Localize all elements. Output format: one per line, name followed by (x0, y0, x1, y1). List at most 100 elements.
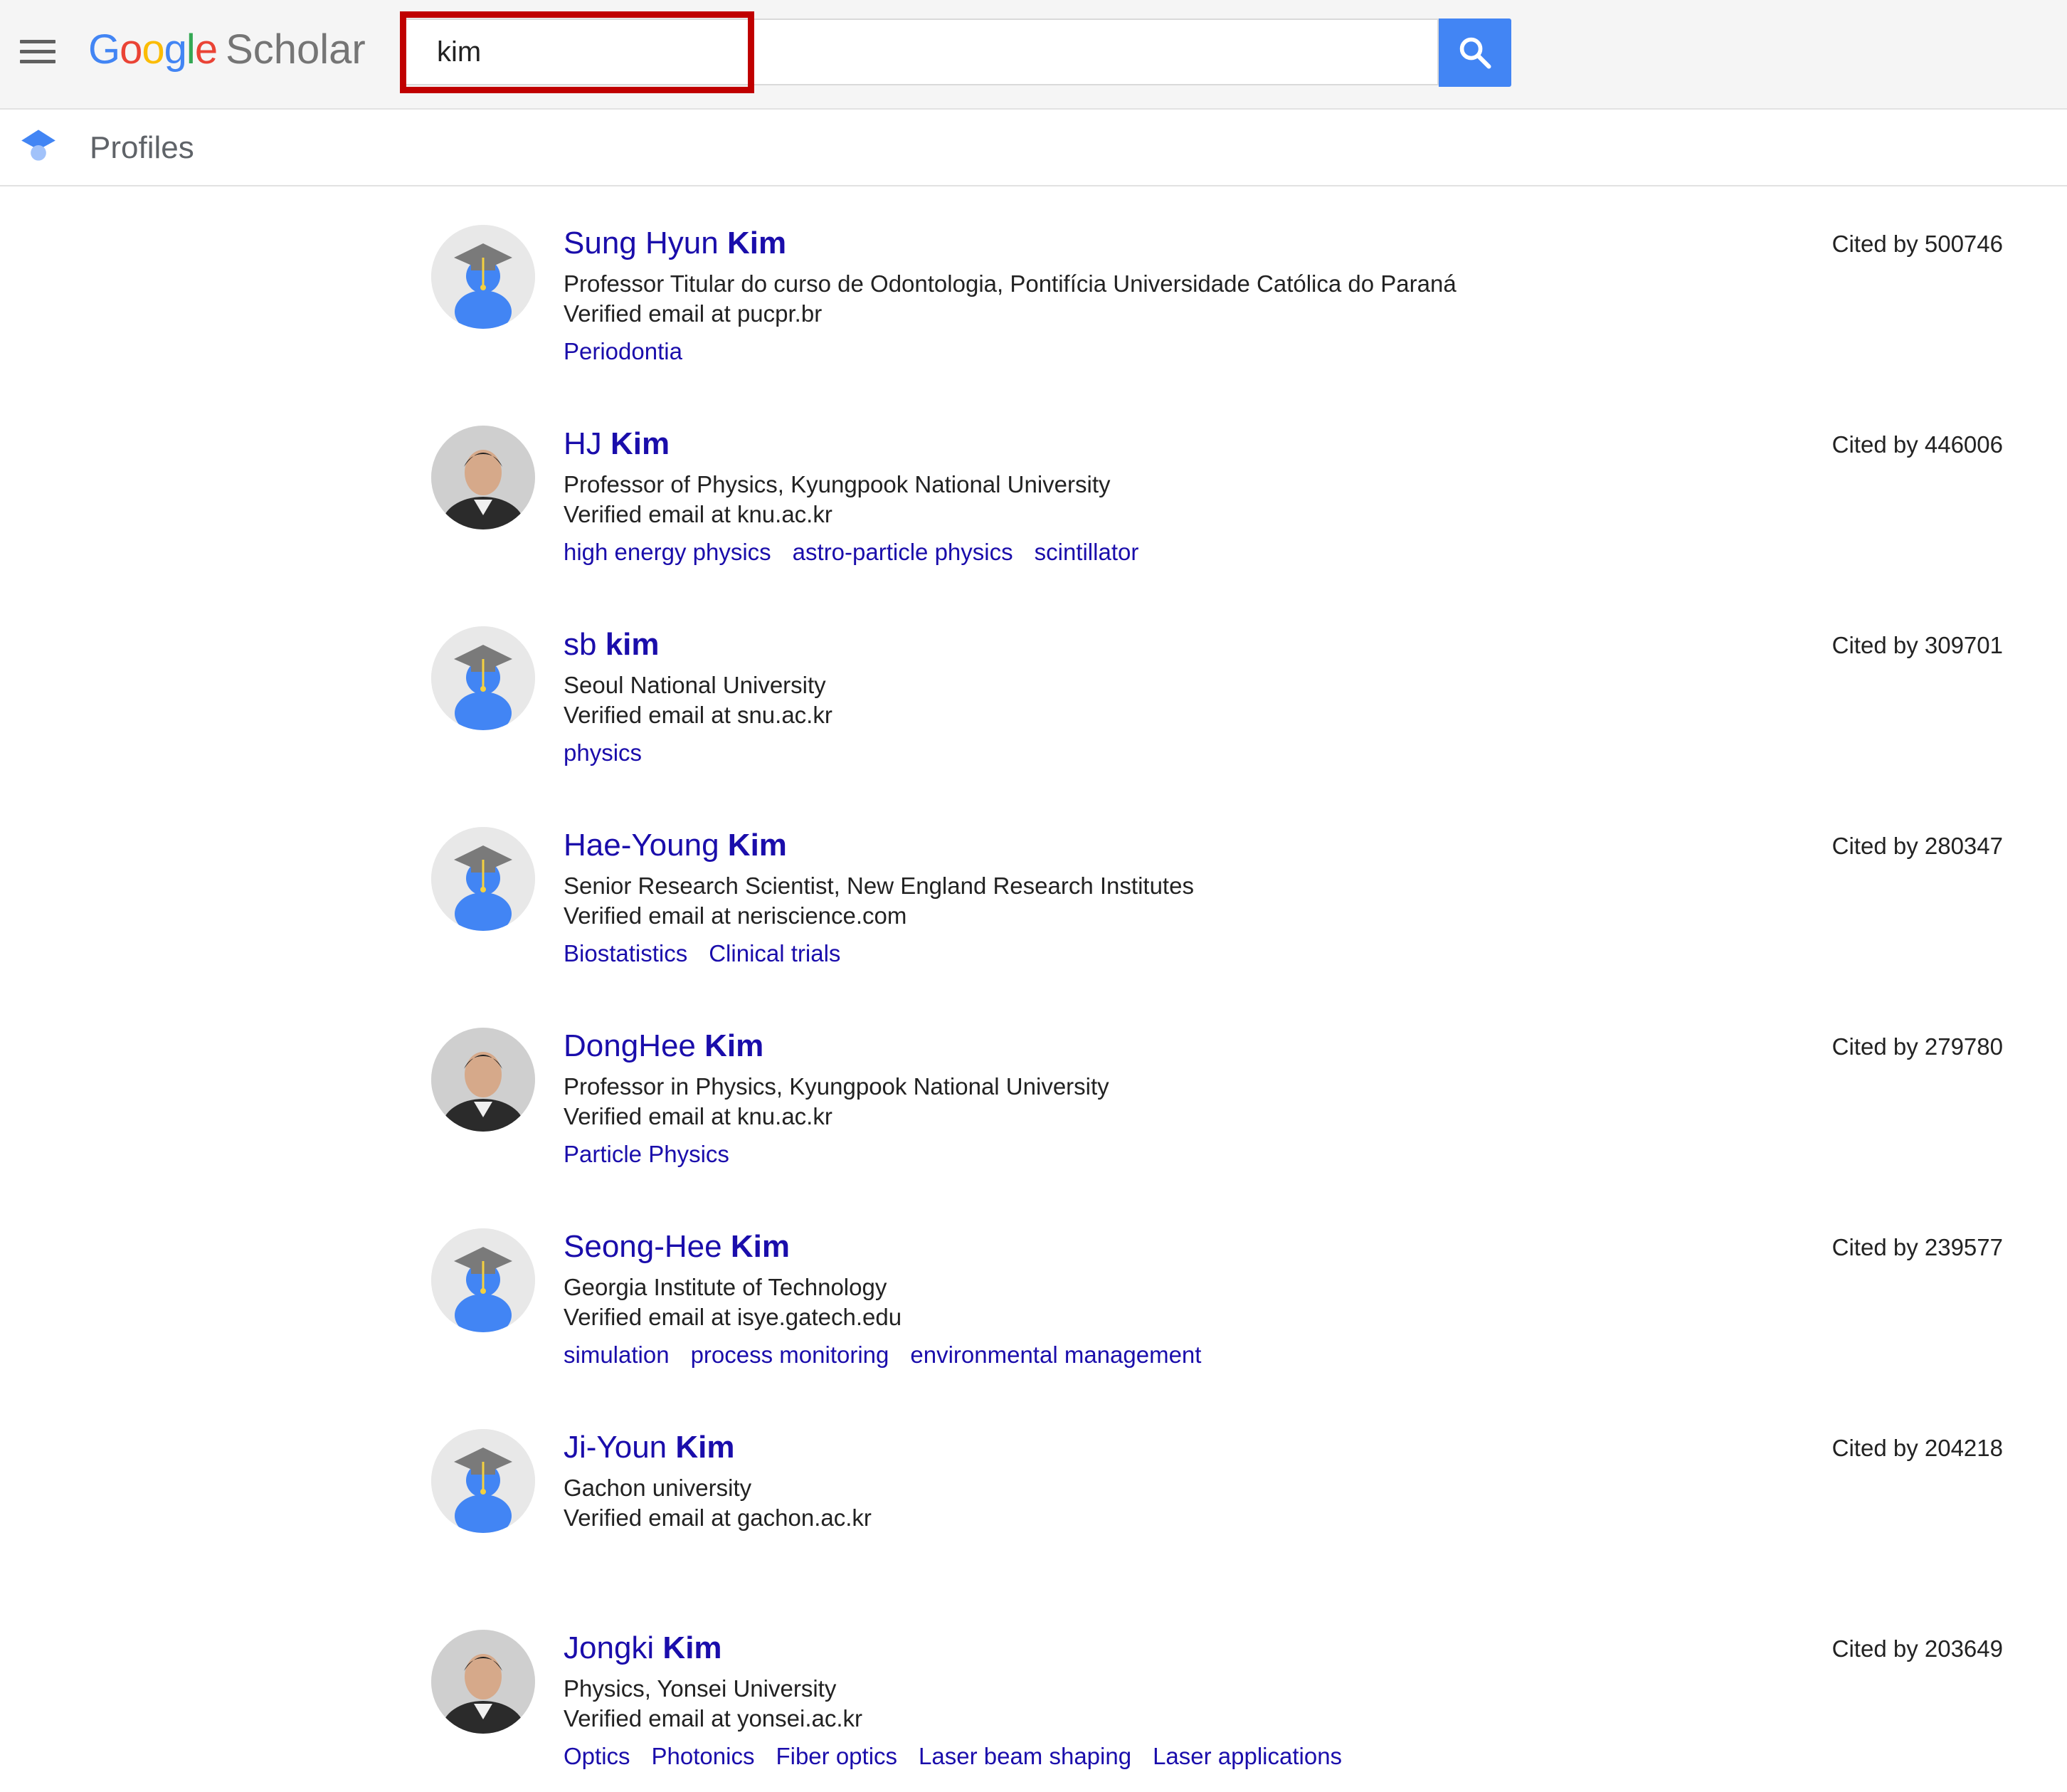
profile-result: sb kim Seoul National University Verified … (0, 588, 2067, 789)
interest-tag-link[interactable]: Laser applications (1153, 1743, 1342, 1769)
profile-affiliation: Professor in Physics, Kyungpook National… (564, 1073, 1109, 1100)
logo-letter: o (120, 26, 142, 73)
profile-verified-email: Verified email at pucpr.br (564, 300, 823, 327)
interest-tag-link[interactable]: Laser beam shaping (919, 1743, 1131, 1769)
logo-letter: e (194, 26, 218, 73)
hamburger-menu-icon[interactable] (20, 40, 55, 64)
interest-tag-link[interactable]: scintillator (1035, 539, 1139, 565)
default-avatar-icon[interactable] (431, 1228, 535, 1332)
profile-name-last: kim (605, 627, 660, 662)
profile-result: Sung Hyun Kim Professor Titular do curso … (0, 186, 2067, 387)
profile-interests: physics (564, 737, 663, 769)
profile-result: HJ Kim Professor of Physics, Kyungpook Na… (0, 387, 2067, 588)
profile-verified-email: Verified email at knu.ac.kr (564, 501, 832, 527)
profile-name-first: Ji-Youn (564, 1430, 676, 1465)
profile-name-link[interactable]: sb kim (564, 625, 660, 665)
profile-result: Seong-Hee Kim Georgia Institute of Techno… (0, 1190, 2067, 1391)
profile-name-link[interactable]: Sung Hyun Kim (564, 223, 786, 263)
profile-photo[interactable] (431, 426, 535, 529)
profile-name-first: Hae-Young (564, 828, 728, 863)
profile-name-last: Kim (704, 1028, 764, 1063)
search-button[interactable] (1439, 19, 1511, 87)
profile-name-first: Seong-Hee (564, 1229, 731, 1264)
profile-affiliation: Georgia Institute of Technology (564, 1274, 887, 1300)
profile-affiliation: Senior Research Scientist, New England R… (564, 873, 1194, 899)
profile-name-first: sb (564, 627, 606, 662)
cited-by-count: Cited by 280347 (1831, 833, 2003, 859)
interest-tag-link[interactable]: Biostatistics (564, 940, 687, 966)
search-input[interactable] (400, 19, 1439, 85)
profile-name-link[interactable]: Ji-Youn Kim (564, 1428, 735, 1467)
profile-name-link[interactable]: DongHee Kim (564, 1026, 763, 1066)
cited-by-count: Cited by 203649 (1831, 1635, 2003, 1662)
profile-name-link[interactable]: Jongki Kim (564, 1628, 722, 1668)
cited-by-count: Cited by 204218 (1831, 1435, 2003, 1461)
profile-verified-email: Verified email at snu.ac.kr (564, 702, 832, 728)
interest-tag-link[interactable]: physics (564, 739, 642, 766)
interest-tag-link[interactable]: Particle Physics (564, 1141, 729, 1167)
interest-tag-link[interactable]: Optics (564, 1743, 630, 1769)
profile-name-link[interactable]: Hae-Young Kim (564, 826, 787, 865)
profiles-header: Profiles (0, 110, 2067, 186)
profile-name-last: Kim (726, 226, 787, 260)
interest-tag-link[interactable]: environmental management (910, 1342, 1201, 1368)
logo-letter: o (142, 26, 164, 73)
profile-interests: Optics Photonics Fiber optics Laser beam sh… (564, 1741, 1363, 1772)
profile-interests: Periodontia (564, 336, 704, 367)
cited-by-count: Cited by 279780 (1831, 1033, 2003, 1060)
interest-tag-link[interactable]: simulation (564, 1342, 670, 1368)
profile-affiliation: Professor of Physics, Kyungpook National… (564, 471, 1111, 497)
google-scholar-logo[interactable]: Google Scholar (88, 23, 366, 77)
page-title: Profiles (90, 130, 194, 165)
profile-name-last: Kim (675, 1430, 735, 1465)
profile-name-link[interactable]: Seong-Hee Kim (564, 1227, 790, 1267)
profile-interests: Particle Physics (564, 1139, 751, 1170)
profile-interests: high energy physics astro-particle physic… (564, 537, 1160, 568)
default-avatar-icon[interactable] (431, 827, 535, 931)
profile-interests: simulation process monitoring environmenta… (564, 1339, 1222, 1371)
profile-affiliation: Professor Titular do curso de Odontologi… (564, 270, 1457, 297)
profile-affiliation: Physics, Yonsei University (564, 1675, 837, 1702)
top-bar: Google Scholar (0, 0, 2067, 110)
profile-photo[interactable] (431, 1028, 535, 1132)
profile-verified-email: Verified email at isye.gatech.edu (564, 1304, 902, 1330)
profile-result: DongHee Kim Professor in Physics, Kyungpo… (0, 989, 2067, 1190)
profile-verified-email: Verified email at yonsei.ac.kr (564, 1705, 863, 1732)
interest-tag-link[interactable]: Periodontia (564, 338, 682, 364)
profile-photo[interactable] (431, 1630, 535, 1734)
interest-tag-link[interactable]: astro-particle physics (793, 539, 1013, 565)
profile-name-last: Kim (610, 426, 670, 461)
profile-name-first: HJ (564, 426, 610, 461)
profile-name-last: Kim (727, 828, 787, 863)
interest-tag-link[interactable]: Clinical trials (709, 940, 840, 966)
profile-result: Hae-Young Kim Senior Research Scientist, … (0, 789, 2067, 989)
profile-verified-email: Verified email at knu.ac.kr (564, 1103, 832, 1129)
default-avatar-icon[interactable] (431, 626, 535, 730)
profile-result: Jongki Kim Physics, Yonsei University Veri… (0, 1591, 2067, 1792)
profile-affiliation: Seoul National University (564, 672, 826, 698)
profile-name-last: Kim (730, 1229, 790, 1264)
search-icon (1459, 37, 1491, 69)
profile-verified-email: Verified email at gachon.ac.kr (564, 1504, 872, 1531)
default-avatar-icon[interactable] (431, 1429, 535, 1533)
interest-tag-link[interactable]: Photonics (652, 1743, 755, 1769)
logo-scholar-text: Scholar (226, 26, 366, 73)
logo-letter: l (186, 26, 196, 73)
profile-name-first: Jongki (564, 1630, 663, 1665)
cited-by-count: Cited by 446006 (1831, 431, 2003, 458)
profile-name-first: DongHee (564, 1028, 705, 1063)
logo-letter: G (88, 26, 120, 73)
interest-tag-link[interactable]: process monitoring (691, 1342, 889, 1368)
profile-verified-email: Verified email at neriscience.com (564, 902, 907, 929)
profile-affiliation: Gachon university (564, 1475, 752, 1501)
cited-by-count: Cited by 309701 (1831, 632, 2003, 658)
profile-interests: Biostatistics Clinical trials (564, 938, 862, 969)
default-avatar-icon[interactable] (431, 225, 535, 329)
cited-by-count: Cited by 500746 (1831, 231, 2003, 257)
cited-by-count: Cited by 239577 (1831, 1234, 2003, 1260)
interest-tag-link[interactable]: high energy physics (564, 539, 771, 565)
interest-tag-link[interactable]: Fiber optics (776, 1743, 897, 1769)
profile-name-first: Sung Hyun (564, 226, 727, 260)
logo-letter: g (164, 26, 187, 73)
profile-name-link[interactable]: HJ Kim (564, 424, 670, 464)
